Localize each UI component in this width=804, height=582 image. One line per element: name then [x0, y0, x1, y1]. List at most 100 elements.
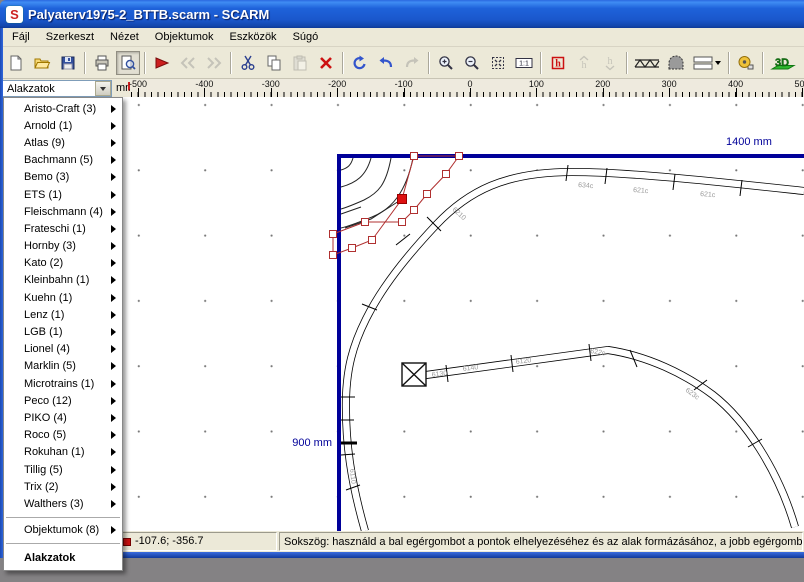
- paste-icon[interactable]: [288, 51, 312, 75]
- polygon-vertex-handle[interactable]: [330, 252, 337, 259]
- layers-dropdown-caret[interactable]: [715, 61, 721, 65]
- save-icon[interactable]: [56, 51, 80, 75]
- polygon-vertex-handle[interactable]: [456, 153, 463, 160]
- tunnel-icon[interactable]: [664, 51, 688, 75]
- shape-menu-item-kuehn-1[interactable]: Kuehn (1): [4, 289, 122, 306]
- shape-menu-item-piko-4[interactable]: PIKO (4): [4, 409, 122, 426]
- toolbar-separator: [84, 52, 86, 74]
- shape-menu-item-lgb-1[interactable]: LGB (1): [4, 323, 122, 340]
- polygon-vertex-handle[interactable]: [369, 237, 376, 244]
- bridge-icon[interactable]: [632, 51, 662, 75]
- toolbar-separator: [762, 52, 764, 74]
- polygon-vertex-handle[interactable]: [349, 245, 356, 252]
- start-point-icon[interactable]: [150, 51, 174, 75]
- polygon-vertex-handle[interactable]: [443, 171, 450, 178]
- shape-menu-item-label: PIKO (4): [24, 412, 67, 424]
- print-preview-icon[interactable]: [116, 51, 140, 75]
- lower-height-icon[interactable]: h: [598, 51, 622, 75]
- zoom-out-icon[interactable]: [460, 51, 484, 75]
- toolbar-separator: [144, 52, 146, 74]
- shape-menu-item-label: Marklin (5): [24, 360, 76, 372]
- scarm-app-icon: S: [6, 6, 23, 23]
- shape-menu-item-bemo-3[interactable]: Bemo (3): [4, 169, 122, 186]
- new-document-icon[interactable]: [4, 51, 28, 75]
- menu-item-sg[interactable]: Súgó: [285, 29, 327, 45]
- polygon-vertex-handle[interactable]: [411, 153, 418, 160]
- polygon-vertex-handle[interactable]: [399, 219, 406, 226]
- redo-icon[interactable]: [400, 51, 424, 75]
- title-bar[interactable]: S Palyaterv1975-2_BTTB.scarm - SCARM: [0, 0, 804, 28]
- copy-icon[interactable]: [262, 51, 286, 75]
- shape-category-select[interactable]: Alakzatok: [2, 80, 112, 97]
- polygon-vertex-handle[interactable]: [411, 207, 418, 214]
- shape-menu-item-objektumok-8[interactable]: Objektumok (8): [4, 522, 122, 539]
- toolbar-separator: [540, 52, 542, 74]
- shape-menu-item-label: Frateschi (1): [24, 223, 86, 235]
- submenu-arrow-icon: [111, 380, 116, 388]
- menu-item-szerkeszt[interactable]: Szerkeszt: [38, 29, 102, 45]
- shape-menu-item-atlas-9[interactable]: Atlas (9): [4, 134, 122, 151]
- rotate-icon[interactable]: [348, 51, 372, 75]
- toolbar-separator: [626, 52, 628, 74]
- ruler-major-tick: [204, 88, 205, 97]
- previous-icon[interactable]: [176, 51, 200, 75]
- shape-menu-item-aristo-craft-3[interactable]: Aristo-Craft (3): [4, 100, 122, 117]
- shape-menu-item-trix-2[interactable]: Trix (2): [4, 478, 122, 495]
- polygon-vertex-handle[interactable]: [362, 219, 369, 226]
- raise-height-icon[interactable]: h: [572, 51, 596, 75]
- shape-menu-item-alakzatok[interactable]: Alakzatok: [4, 548, 122, 568]
- shape-menu-item-kato-2[interactable]: Kato (2): [4, 255, 122, 272]
- polygon-vertex-handle[interactable]: [330, 231, 337, 238]
- zoom-actual-size-icon[interactable]: 1:1: [512, 51, 536, 75]
- zoom-fit-icon[interactable]: [486, 51, 510, 75]
- open-file-icon[interactable]: [30, 51, 54, 75]
- shape-menu-item-ets-1[interactable]: ETS (1): [4, 186, 122, 203]
- app-window: S Palyaterv1975-2_BTTB.scarm - SCARM Fáj…: [0, 0, 804, 582]
- zoom-in-icon[interactable]: [434, 51, 458, 75]
- shape-menu-item-peco-12[interactable]: Peco (12): [4, 392, 122, 409]
- undo-icon[interactable]: [374, 51, 398, 75]
- cut-icon[interactable]: [236, 51, 260, 75]
- svg-text:h: h: [582, 60, 587, 71]
- submenu-arrow-icon: [111, 345, 116, 353]
- shape-menu-item-hornby-3[interactable]: Hornby (3): [4, 238, 122, 255]
- shape-menu-item-lenz-1[interactable]: Lenz (1): [4, 306, 122, 323]
- shape-menu-item-tillig-5[interactable]: Tillig (5): [4, 461, 122, 478]
- next-icon[interactable]: [202, 51, 226, 75]
- track-piece-code: 6130: [431, 370, 447, 379]
- print-icon[interactable]: [90, 51, 114, 75]
- shape-menu-item-frateschi-1[interactable]: Frateschi (1): [4, 220, 122, 237]
- measure-tape-icon[interactable]: [734, 51, 758, 75]
- menu-item-nzet[interactable]: Nézet: [102, 29, 147, 45]
- combo-dropdown-button[interactable]: [95, 81, 111, 96]
- window-title: Palyaterv1975-2_BTTB.scarm - SCARM: [28, 7, 269, 22]
- shape-menu-item-microtrains-1[interactable]: Microtrains (1): [4, 375, 122, 392]
- cursor-coordinates: -107.6; -356.7: [135, 535, 204, 547]
- shape-menu-item-bachmann-5[interactable]: Bachmann (5): [4, 152, 122, 169]
- menu-item-fjl[interactable]: Fájl: [4, 29, 38, 45]
- delete-icon[interactable]: [314, 51, 338, 75]
- shape-menu-item-walthers-3[interactable]: Walthers (3): [4, 495, 122, 512]
- shape-menu-item-kleinbahn-1[interactable]: Kleinbahn (1): [4, 272, 122, 289]
- shape-menu-item-roco-5[interactable]: Roco (5): [4, 427, 122, 444]
- shape-menu-item-marklin-5[interactable]: Marklin (5): [4, 358, 122, 375]
- shape-menu-item-fleischmann-4[interactable]: Fleischmann (4): [4, 203, 122, 220]
- 3d-view-icon[interactable]: 3D: [768, 51, 798, 75]
- shape-menu-item-label: Tillig (5): [24, 464, 63, 476]
- shape-menu-item-label: Lenz (1): [24, 309, 64, 321]
- menu-item-eszkzk[interactable]: Eszközök: [221, 29, 284, 45]
- selected-polygon[interactable]: [330, 153, 463, 259]
- shape-menu-item-rokuhan-1[interactable]: Rokuhan (1): [4, 444, 122, 461]
- ruler-major-tick: [271, 88, 272, 97]
- polygon-vertex-handle[interactable]: [424, 191, 431, 198]
- layers-icon[interactable]: [690, 51, 724, 75]
- shape-menu-item-arnold-1[interactable]: Arnold (1): [4, 117, 122, 134]
- shape-menu-item-label: Rokuhan (1): [24, 446, 85, 458]
- plan-height-label: 900 mm: [280, 437, 332, 449]
- submenu-arrow-icon: [111, 173, 116, 181]
- polygon-active-vertex-handle[interactable]: [398, 195, 407, 204]
- menu-item-objektumok[interactable]: Objektumok: [147, 29, 222, 45]
- heights-icon[interactable]: h: [546, 51, 570, 75]
- shape-menu-item-lionel-4[interactable]: Lionel (4): [4, 341, 122, 358]
- horizontal-ruler: -500-400-300-200-1000100200300400500: [130, 79, 804, 97]
